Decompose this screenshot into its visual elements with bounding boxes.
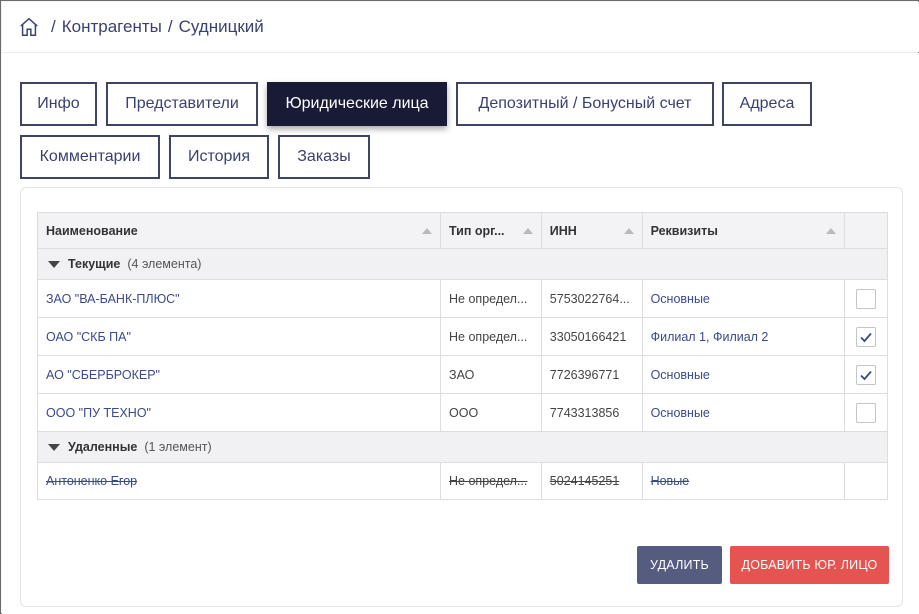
group-row-deleted[interactable]: Удаленные (1 элемент) <box>38 432 887 463</box>
table-row[interactable]: ЗАО "ВА-БАНК-ПЛЮС" Не определ... 5753022… <box>38 280 887 318</box>
table-row-deleted[interactable]: Антоненко Егор Не определ... 5024145251 … <box>38 463 887 499</box>
column-header-label: Тип орг... <box>449 223 505 238</box>
details-link[interactable]: Основные <box>651 292 710 306</box>
main-content: Инфо Представители Юридические лица Депо… <box>2 53 919 614</box>
entity-name-link[interactable]: ООО "ПУ ТЕХНО" <box>46 406 151 420</box>
tab-comments[interactable]: Комментарии <box>20 135 160 179</box>
legal-entities-panel: Наименование Тип орг... ИНН Реквизиты Те… <box>20 187 903 607</box>
column-header-name[interactable]: Наименование <box>38 213 442 248</box>
tab-info[interactable]: Инфо <box>20 82 97 126</box>
tab-addresses[interactable]: Адреса <box>722 82 812 126</box>
entity-name-link[interactable]: АО "СБЕРБРОКЕР" <box>46 368 160 382</box>
home-icon[interactable] <box>18 16 40 38</box>
sort-asc-icon[interactable] <box>623 227 634 234</box>
breadcrumb-separator: / <box>167 17 173 36</box>
column-header-label: Наименование <box>46 223 138 238</box>
inn-value: 5024145251 <box>549 474 620 488</box>
org-type-value: Не определ... <box>449 474 528 488</box>
sort-asc-icon[interactable] <box>522 227 533 234</box>
delete-button[interactable]: УДАЛИТЬ <box>637 546 722 584</box>
inn-value: 33050166421 <box>549 329 627 344</box>
entity-name-link[interactable]: ЗАО "ВА-БАНК-ПЛЮС" <box>46 292 180 306</box>
inn-value: 5753022764... <box>549 291 630 306</box>
check-icon <box>860 370 872 380</box>
table-row[interactable]: ООО "ПУ ТЕХНО" ООО 7743313856 Основные <box>38 394 887 432</box>
inn-value: 7743313856 <box>549 405 620 420</box>
sort-asc-icon[interactable] <box>422 227 433 234</box>
details-link[interactable]: Филиал 1, Филиал 2 <box>651 330 769 344</box>
column-header-label: ИНН <box>549 223 577 238</box>
details-link[interactable]: Новые <box>651 474 690 488</box>
row-checkbox[interactable] <box>856 326 877 347</box>
row-checkbox[interactable] <box>856 364 877 385</box>
org-type-value: Не определ... <box>449 291 528 306</box>
tab-history[interactable]: История <box>169 135 269 179</box>
tab-representatives[interactable]: Представители <box>106 82 258 126</box>
tab-orders[interactable]: Заказы <box>278 135 370 179</box>
add-legal-entity-button[interactable]: ДОБАВИТЬ ЮР. ЛИЦО <box>730 546 889 584</box>
column-header-label: Реквизиты <box>650 223 718 238</box>
app-frame: / Контрагенты / Судницкий Инфо Представи… <box>0 0 919 614</box>
legal-entities-grid: Наименование Тип орг... ИНН Реквизиты Те… <box>37 212 888 500</box>
grid-header: Наименование Тип орг... ИНН Реквизиты <box>38 213 887 249</box>
breadcrumb-separator: / <box>51 17 56 36</box>
group-count: (1 элемент) <box>144 440 212 454</box>
sort-asc-icon[interactable] <box>826 227 837 234</box>
inn-value: 7726396771 <box>549 367 620 382</box>
entity-name-link[interactable]: ОАО "СКБ ПА" <box>46 330 131 344</box>
column-header-org-type[interactable]: Тип орг... <box>441 213 542 248</box>
tab-deposit-bonus-account[interactable]: Депозитный / Бонусный счет <box>456 82 714 126</box>
details-link[interactable]: Основные <box>651 368 710 382</box>
row-checkbox[interactable] <box>856 402 877 423</box>
tab-legal-entities[interactable]: Юридические лица <box>267 82 447 126</box>
details-link[interactable]: Основные <box>651 406 710 420</box>
collapse-icon[interactable] <box>48 443 60 451</box>
check-icon <box>860 332 872 342</box>
breadcrumb-item-current: Судницкий <box>178 17 264 36</box>
group-row-current[interactable]: Текущие (4 элемента) <box>38 249 887 280</box>
org-type-value: ЗАО <box>449 367 475 382</box>
org-type-value: ООО <box>449 405 479 420</box>
table-row[interactable]: ОАО "СКБ ПА" Не определ... 33050166421 Ф… <box>38 318 887 356</box>
column-header-inn[interactable]: ИНН <box>542 213 643 248</box>
row-select-empty <box>845 463 887 499</box>
org-type-value: Не определ... <box>449 329 528 344</box>
column-header-details[interactable]: Реквизиты <box>643 213 846 248</box>
group-title: Текущие <box>68 257 121 271</box>
breadcrumb-item-counterparties[interactable]: Контрагенты <box>62 17 162 37</box>
row-checkbox[interactable] <box>856 288 877 309</box>
collapse-icon[interactable] <box>48 260 60 268</box>
column-header-select <box>845 213 887 248</box>
breadcrumb: / Контрагенты / Судницкий <box>2 2 919 52</box>
entity-name-link[interactable]: Антоненко Егор <box>46 474 137 488</box>
group-count: (4 элемента) <box>127 257 202 271</box>
group-title: Удаленные <box>68 440 138 454</box>
table-row[interactable]: АО "СБЕРБРОКЕР" ЗАО 7726396771 Основные <box>38 356 887 394</box>
